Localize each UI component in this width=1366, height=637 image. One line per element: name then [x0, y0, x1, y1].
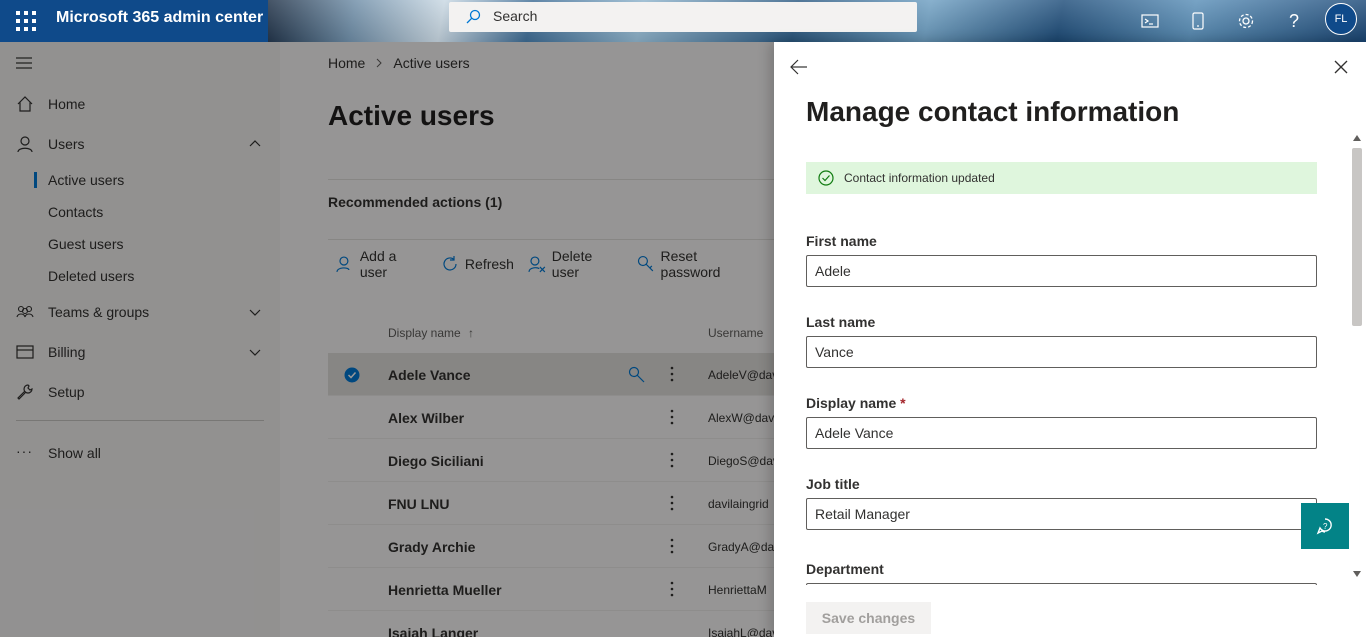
help-chat-icon: ? — [1316, 518, 1332, 535]
help-icon[interactable]: ? — [1280, 7, 1308, 35]
panel-title: Manage contact information — [806, 96, 1180, 127]
scroll-up-arrow-icon[interactable] — [1352, 134, 1362, 142]
settings-gear-icon[interactable] — [1232, 7, 1260, 35]
modal-overlay[interactable] — [0, 42, 774, 637]
display-name-input[interactable] — [806, 417, 1317, 449]
last-name-input[interactable] — [806, 336, 1317, 368]
search-input[interactable] — [493, 8, 873, 24]
close-icon[interactable] — [1334, 60, 1348, 74]
app-launcher-icon[interactable] — [14, 9, 36, 31]
success-check-icon — [818, 170, 834, 186]
top-bar: Microsoft 365 admin center ? FL — [0, 0, 1366, 42]
success-message-bar: Contact information updated — [806, 162, 1317, 194]
app-title[interactable]: Microsoft 365 admin center — [56, 9, 263, 27]
back-arrow-icon[interactable] — [790, 59, 808, 75]
help-chat-button[interactable]: ? — [1301, 503, 1349, 549]
first-name-label: First name — [806, 233, 877, 249]
manage-contact-panel: Manage contact information Contact infor… — [774, 42, 1366, 637]
terminal-icon[interactable] — [1136, 7, 1164, 35]
first-name-input[interactable] — [806, 255, 1317, 287]
svg-text:?: ? — [1323, 522, 1328, 531]
user-avatar[interactable]: FL — [1325, 3, 1357, 35]
display-name-label: Display name * — [806, 395, 906, 411]
scroll-down-arrow-icon[interactable] — [1352, 570, 1362, 578]
search-box[interactable] — [449, 2, 917, 32]
job-title-input[interactable] — [806, 498, 1317, 530]
mobile-icon[interactable] — [1184, 7, 1212, 35]
job-title-label: Job title — [806, 476, 860, 492]
department-label: Department — [806, 561, 884, 577]
success-message-text: Contact information updated — [844, 171, 995, 185]
save-changes-button[interactable]: Save changes — [806, 602, 931, 634]
display-name-label-text: Display name — [806, 395, 897, 411]
scrollbar-thumb[interactable] — [1352, 148, 1362, 326]
last-name-label: Last name — [806, 314, 876, 330]
required-marker: * — [900, 395, 906, 411]
search-icon — [466, 9, 481, 24]
